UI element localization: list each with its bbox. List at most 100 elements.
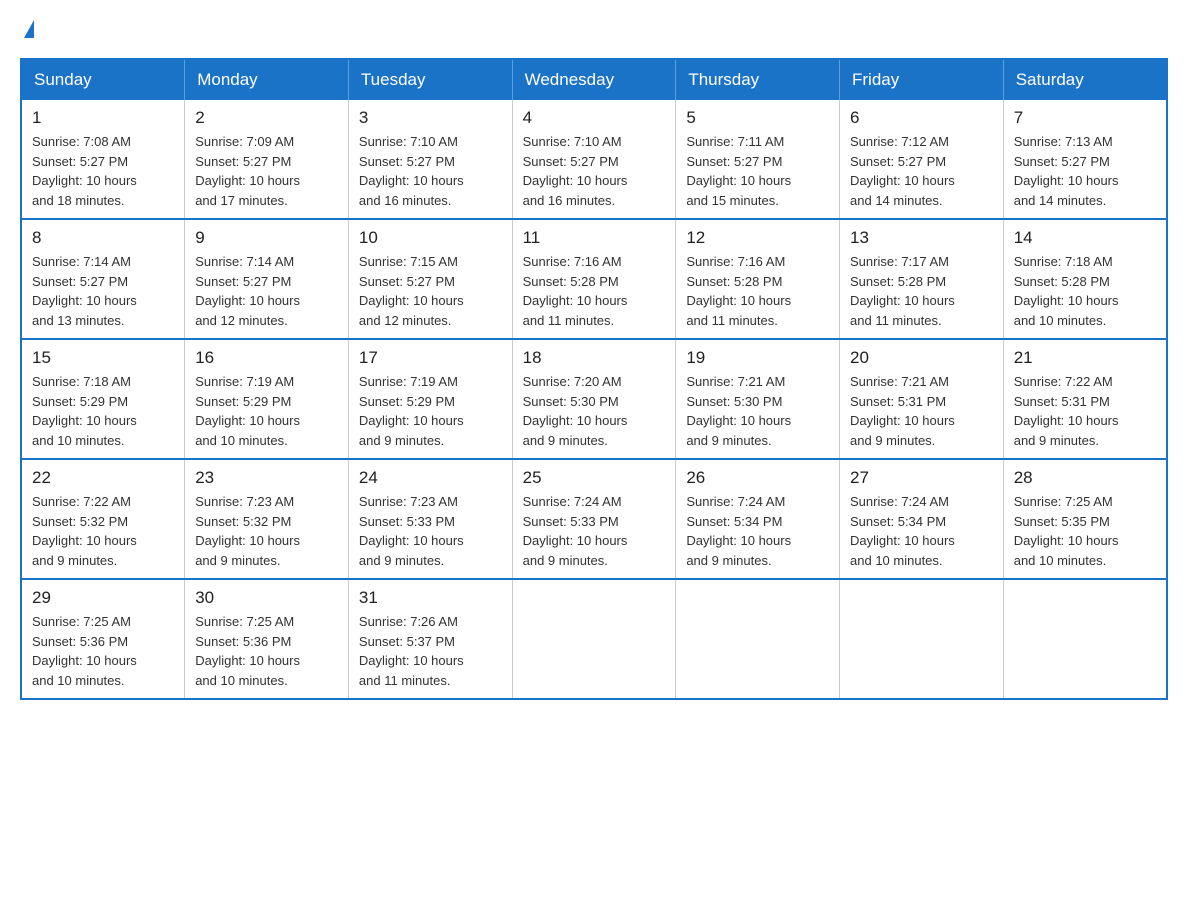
day-info: Sunrise: 7:10 AM Sunset: 5:27 PM Dayligh… bbox=[359, 132, 502, 210]
calendar-cell: 25 Sunrise: 7:24 AM Sunset: 5:33 PM Dayl… bbox=[512, 459, 676, 579]
calendar-cell: 2 Sunrise: 7:09 AM Sunset: 5:27 PM Dayli… bbox=[185, 100, 349, 219]
day-number: 26 bbox=[686, 468, 829, 488]
calendar-cell: 16 Sunrise: 7:19 AM Sunset: 5:29 PM Dayl… bbox=[185, 339, 349, 459]
calendar-cell: 28 Sunrise: 7:25 AM Sunset: 5:35 PM Dayl… bbox=[1003, 459, 1167, 579]
day-number: 1 bbox=[32, 108, 174, 128]
day-number: 21 bbox=[1014, 348, 1156, 368]
calendar-cell: 29 Sunrise: 7:25 AM Sunset: 5:36 PM Dayl… bbox=[21, 579, 185, 699]
day-info: Sunrise: 7:14 AM Sunset: 5:27 PM Dayligh… bbox=[32, 252, 174, 330]
calendar-cell: 1 Sunrise: 7:08 AM Sunset: 5:27 PM Dayli… bbox=[21, 100, 185, 219]
calendar-cell: 14 Sunrise: 7:18 AM Sunset: 5:28 PM Dayl… bbox=[1003, 219, 1167, 339]
calendar-cell: 8 Sunrise: 7:14 AM Sunset: 5:27 PM Dayli… bbox=[21, 219, 185, 339]
day-number: 18 bbox=[523, 348, 666, 368]
day-number: 15 bbox=[32, 348, 174, 368]
day-number: 9 bbox=[195, 228, 338, 248]
day-number: 20 bbox=[850, 348, 993, 368]
calendar-cell: 3 Sunrise: 7:10 AM Sunset: 5:27 PM Dayli… bbox=[348, 100, 512, 219]
day-number: 11 bbox=[523, 228, 666, 248]
calendar-cell: 10 Sunrise: 7:15 AM Sunset: 5:27 PM Dayl… bbox=[348, 219, 512, 339]
day-number: 5 bbox=[686, 108, 829, 128]
calendar-cell: 6 Sunrise: 7:12 AM Sunset: 5:27 PM Dayli… bbox=[840, 100, 1004, 219]
page-header bbox=[20, 20, 1168, 38]
calendar-header-wednesday: Wednesday bbox=[512, 59, 676, 100]
day-number: 8 bbox=[32, 228, 174, 248]
day-info: Sunrise: 7:25 AM Sunset: 5:36 PM Dayligh… bbox=[195, 612, 338, 690]
calendar-cell bbox=[1003, 579, 1167, 699]
logo-triangle-icon bbox=[24, 20, 34, 38]
calendar-header-monday: Monday bbox=[185, 59, 349, 100]
day-info: Sunrise: 7:17 AM Sunset: 5:28 PM Dayligh… bbox=[850, 252, 993, 330]
day-info: Sunrise: 7:08 AM Sunset: 5:27 PM Dayligh… bbox=[32, 132, 174, 210]
day-info: Sunrise: 7:22 AM Sunset: 5:31 PM Dayligh… bbox=[1014, 372, 1156, 450]
day-info: Sunrise: 7:18 AM Sunset: 5:29 PM Dayligh… bbox=[32, 372, 174, 450]
calendar-cell: 19 Sunrise: 7:21 AM Sunset: 5:30 PM Dayl… bbox=[676, 339, 840, 459]
day-number: 24 bbox=[359, 468, 502, 488]
day-info: Sunrise: 7:14 AM Sunset: 5:27 PM Dayligh… bbox=[195, 252, 338, 330]
calendar-cell: 30 Sunrise: 7:25 AM Sunset: 5:36 PM Dayl… bbox=[185, 579, 349, 699]
day-info: Sunrise: 7:10 AM Sunset: 5:27 PM Dayligh… bbox=[523, 132, 666, 210]
day-info: Sunrise: 7:24 AM Sunset: 5:34 PM Dayligh… bbox=[686, 492, 829, 570]
calendar-header-thursday: Thursday bbox=[676, 59, 840, 100]
day-number: 4 bbox=[523, 108, 666, 128]
calendar-cell: 9 Sunrise: 7:14 AM Sunset: 5:27 PM Dayli… bbox=[185, 219, 349, 339]
calendar-cell: 23 Sunrise: 7:23 AM Sunset: 5:32 PM Dayl… bbox=[185, 459, 349, 579]
day-number: 17 bbox=[359, 348, 502, 368]
day-number: 31 bbox=[359, 588, 502, 608]
day-number: 30 bbox=[195, 588, 338, 608]
day-number: 7 bbox=[1014, 108, 1156, 128]
day-number: 3 bbox=[359, 108, 502, 128]
calendar-cell: 21 Sunrise: 7:22 AM Sunset: 5:31 PM Dayl… bbox=[1003, 339, 1167, 459]
calendar-body: 1 Sunrise: 7:08 AM Sunset: 5:27 PM Dayli… bbox=[21, 100, 1167, 699]
day-number: 6 bbox=[850, 108, 993, 128]
day-info: Sunrise: 7:22 AM Sunset: 5:32 PM Dayligh… bbox=[32, 492, 174, 570]
calendar-week-5: 29 Sunrise: 7:25 AM Sunset: 5:36 PM Dayl… bbox=[21, 579, 1167, 699]
day-info: Sunrise: 7:18 AM Sunset: 5:28 PM Dayligh… bbox=[1014, 252, 1156, 330]
day-info: Sunrise: 7:12 AM Sunset: 5:27 PM Dayligh… bbox=[850, 132, 993, 210]
day-number: 28 bbox=[1014, 468, 1156, 488]
calendar-table: SundayMondayTuesdayWednesdayThursdayFrid… bbox=[20, 58, 1168, 700]
calendar-week-2: 8 Sunrise: 7:14 AM Sunset: 5:27 PM Dayli… bbox=[21, 219, 1167, 339]
logo bbox=[20, 20, 34, 38]
day-info: Sunrise: 7:24 AM Sunset: 5:33 PM Dayligh… bbox=[523, 492, 666, 570]
day-number: 12 bbox=[686, 228, 829, 248]
day-number: 19 bbox=[686, 348, 829, 368]
day-info: Sunrise: 7:26 AM Sunset: 5:37 PM Dayligh… bbox=[359, 612, 502, 690]
day-info: Sunrise: 7:19 AM Sunset: 5:29 PM Dayligh… bbox=[359, 372, 502, 450]
calendar-cell: 24 Sunrise: 7:23 AM Sunset: 5:33 PM Dayl… bbox=[348, 459, 512, 579]
day-info: Sunrise: 7:23 AM Sunset: 5:33 PM Dayligh… bbox=[359, 492, 502, 570]
calendar-week-1: 1 Sunrise: 7:08 AM Sunset: 5:27 PM Dayli… bbox=[21, 100, 1167, 219]
calendar-header-row: SundayMondayTuesdayWednesdayThursdayFrid… bbox=[21, 59, 1167, 100]
calendar-header-saturday: Saturday bbox=[1003, 59, 1167, 100]
day-info: Sunrise: 7:25 AM Sunset: 5:35 PM Dayligh… bbox=[1014, 492, 1156, 570]
calendar-cell: 27 Sunrise: 7:24 AM Sunset: 5:34 PM Dayl… bbox=[840, 459, 1004, 579]
calendar-cell: 12 Sunrise: 7:16 AM Sunset: 5:28 PM Dayl… bbox=[676, 219, 840, 339]
day-number: 2 bbox=[195, 108, 338, 128]
calendar-cell: 20 Sunrise: 7:21 AM Sunset: 5:31 PM Dayl… bbox=[840, 339, 1004, 459]
day-info: Sunrise: 7:19 AM Sunset: 5:29 PM Dayligh… bbox=[195, 372, 338, 450]
calendar-cell: 18 Sunrise: 7:20 AM Sunset: 5:30 PM Dayl… bbox=[512, 339, 676, 459]
day-number: 16 bbox=[195, 348, 338, 368]
calendar-header-friday: Friday bbox=[840, 59, 1004, 100]
calendar-cell: 17 Sunrise: 7:19 AM Sunset: 5:29 PM Dayl… bbox=[348, 339, 512, 459]
calendar-cell: 11 Sunrise: 7:16 AM Sunset: 5:28 PM Dayl… bbox=[512, 219, 676, 339]
day-info: Sunrise: 7:25 AM Sunset: 5:36 PM Dayligh… bbox=[32, 612, 174, 690]
day-info: Sunrise: 7:16 AM Sunset: 5:28 PM Dayligh… bbox=[523, 252, 666, 330]
day-number: 22 bbox=[32, 468, 174, 488]
calendar-cell: 5 Sunrise: 7:11 AM Sunset: 5:27 PM Dayli… bbox=[676, 100, 840, 219]
calendar-cell bbox=[676, 579, 840, 699]
calendar-cell: 31 Sunrise: 7:26 AM Sunset: 5:37 PM Dayl… bbox=[348, 579, 512, 699]
day-number: 25 bbox=[523, 468, 666, 488]
day-number: 13 bbox=[850, 228, 993, 248]
day-info: Sunrise: 7:13 AM Sunset: 5:27 PM Dayligh… bbox=[1014, 132, 1156, 210]
day-info: Sunrise: 7:15 AM Sunset: 5:27 PM Dayligh… bbox=[359, 252, 502, 330]
calendar-cell: 22 Sunrise: 7:22 AM Sunset: 5:32 PM Dayl… bbox=[21, 459, 185, 579]
day-info: Sunrise: 7:23 AM Sunset: 5:32 PM Dayligh… bbox=[195, 492, 338, 570]
day-number: 29 bbox=[32, 588, 174, 608]
day-number: 10 bbox=[359, 228, 502, 248]
day-info: Sunrise: 7:16 AM Sunset: 5:28 PM Dayligh… bbox=[686, 252, 829, 330]
day-number: 23 bbox=[195, 468, 338, 488]
calendar-cell: 26 Sunrise: 7:24 AM Sunset: 5:34 PM Dayl… bbox=[676, 459, 840, 579]
day-number: 14 bbox=[1014, 228, 1156, 248]
day-info: Sunrise: 7:24 AM Sunset: 5:34 PM Dayligh… bbox=[850, 492, 993, 570]
calendar-cell bbox=[840, 579, 1004, 699]
